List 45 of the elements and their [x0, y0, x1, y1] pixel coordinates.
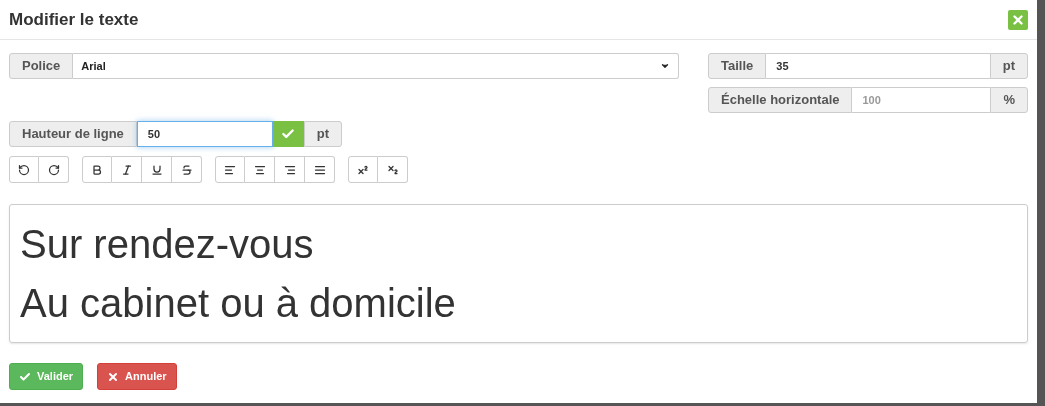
font-dropdown[interactable]: Arial	[73, 53, 679, 79]
align-right-icon	[283, 163, 296, 176]
underline-button[interactable]	[142, 156, 172, 183]
field-label: Taille	[708, 53, 767, 79]
unit-label: pt	[303, 121, 343, 147]
undo-button[interactable]	[9, 156, 39, 183]
subscript-icon	[386, 163, 399, 176]
cancel-button[interactable]: Annuler	[97, 363, 177, 390]
scale-input[interactable]: 100	[852, 87, 991, 113]
redo-icon	[47, 163, 60, 176]
editor-line: Au cabinet ou à domicile	[20, 280, 457, 327]
unit-label: pt	[989, 53, 1028, 79]
superscript-icon	[357, 163, 369, 176]
underline-icon	[150, 163, 163, 176]
italic-icon	[120, 163, 133, 176]
field-label: Police	[9, 53, 74, 79]
italic-button[interactable]	[112, 156, 142, 183]
unit-label: %	[990, 87, 1028, 113]
editor-line: Sur rendez-vous	[20, 221, 315, 268]
field-label: Hauteur de ligne	[9, 121, 137, 147]
strikethrough-icon	[180, 163, 193, 176]
line-height-input[interactable]: 50	[136, 121, 273, 147]
strikethrough-button[interactable]	[172, 156, 202, 183]
align-left-icon	[224, 163, 236, 176]
superscript-button[interactable]	[348, 156, 378, 183]
field-label: Échelle horizontale	[708, 87, 853, 113]
bold-button[interactable]	[82, 156, 112, 183]
close-icon	[107, 370, 120, 383]
caret-icon	[660, 61, 670, 71]
align-center-icon	[253, 163, 266, 176]
bold-icon	[91, 163, 103, 176]
redo-button[interactable]	[39, 156, 69, 183]
subscript-button[interactable]	[378, 156, 408, 183]
align-justify-icon	[313, 163, 326, 176]
align-left-button[interactable]	[215, 156, 245, 183]
size-input[interactable]: 35	[766, 53, 990, 79]
check-icon	[281, 127, 296, 141]
align-justify-button[interactable]	[305, 156, 335, 183]
dialog-title: Modifier le texte	[9, 8, 139, 31]
close-icon	[1011, 12, 1025, 27]
undo-icon	[18, 163, 30, 176]
text-editor[interactable]: Sur rendez-vous Au cabinet ou à domicile	[9, 204, 1028, 343]
align-center-button[interactable]	[245, 156, 275, 183]
check-icon	[19, 370, 31, 383]
align-right-button[interactable]	[275, 156, 305, 183]
